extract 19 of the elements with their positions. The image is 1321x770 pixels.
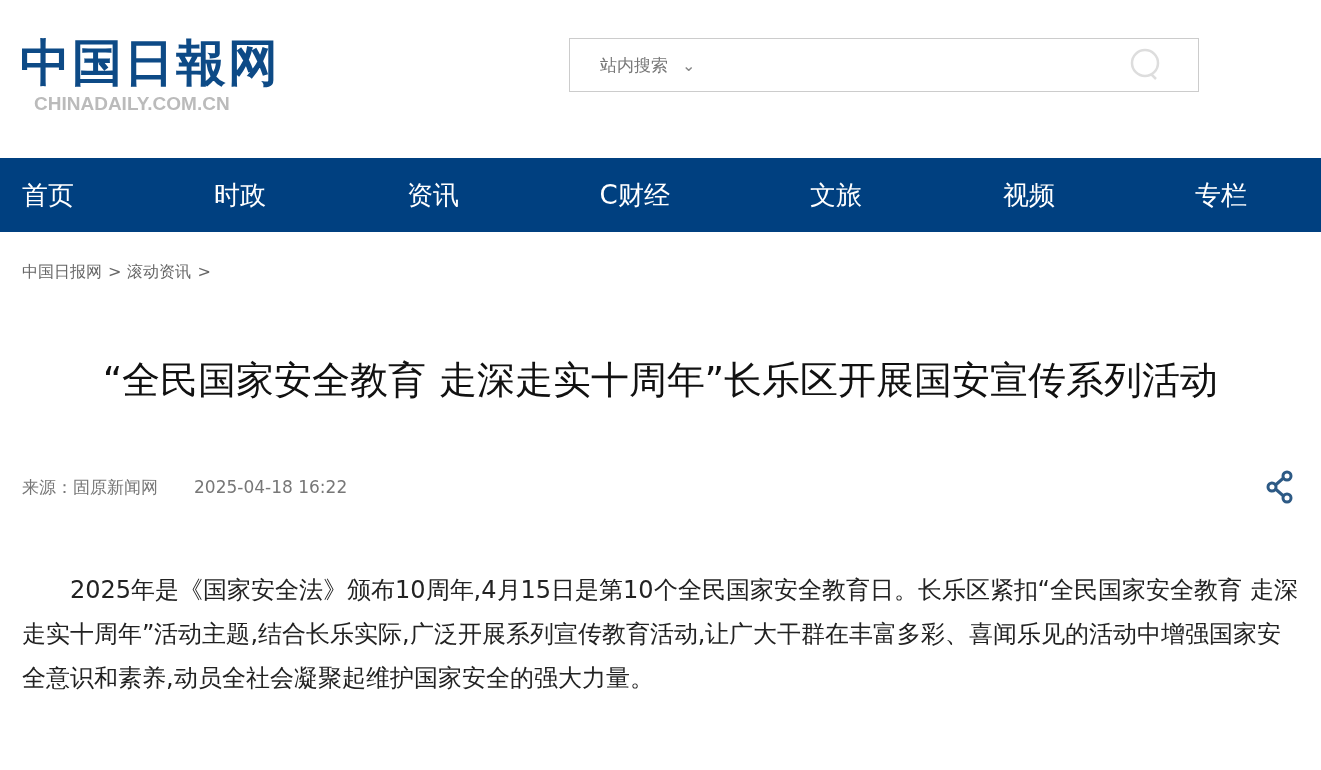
nav-link[interactable]: 文旅	[810, 177, 863, 213]
article-source: 来源：固原新闻网	[22, 475, 158, 499]
share-icon[interactable]	[1265, 470, 1295, 504]
breadcrumb-separator: >	[108, 262, 122, 283]
search-field[interactable]: 站内搜索 ⌄	[569, 38, 1199, 92]
nav-link[interactable]: 视频	[1002, 177, 1055, 213]
breadcrumb-separator: >	[197, 262, 211, 283]
nav-link[interactable]: 首页	[22, 177, 74, 213]
breadcrumb-link[interactable]: 中国日报网	[22, 262, 102, 292]
nav-link[interactable]: 资讯	[406, 177, 459, 213]
article-paragraph: 2025年是《国家安全法》颁布10周年,4月15日是第10个全民国家安全教育日。长乐区紧扣“全民国家安全教育 走深走实十周年”活动主题,结合长乐实际,广泛开展系列宣传教育活动,让广大干群在丰富多彩、喜闻乐见的活动中增强国家安全意识和素养,动员全社会凝聚起维护国家安全的强大力量。	[22, 575, 1299, 694]
nav-link[interactable]: C财经	[599, 177, 670, 213]
article-date: 2025-04-18 16:22	[194, 477, 348, 497]
breadcrumb-link[interactable]: 滚动资讯	[127, 262, 192, 292]
search-scope-dropdown[interactable]: 站内搜索 ⌄	[600, 53, 696, 77]
nav-link[interactable]: 专栏	[1194, 177, 1247, 213]
nav-link[interactable]: 时政	[214, 177, 267, 213]
logo-title[interactable]: 中国日報网	[20, 33, 280, 93]
article-title: “全民国家安全教育 走深走实十周年”长乐区开展国安宣传系列活动	[101, 357, 1220, 404]
